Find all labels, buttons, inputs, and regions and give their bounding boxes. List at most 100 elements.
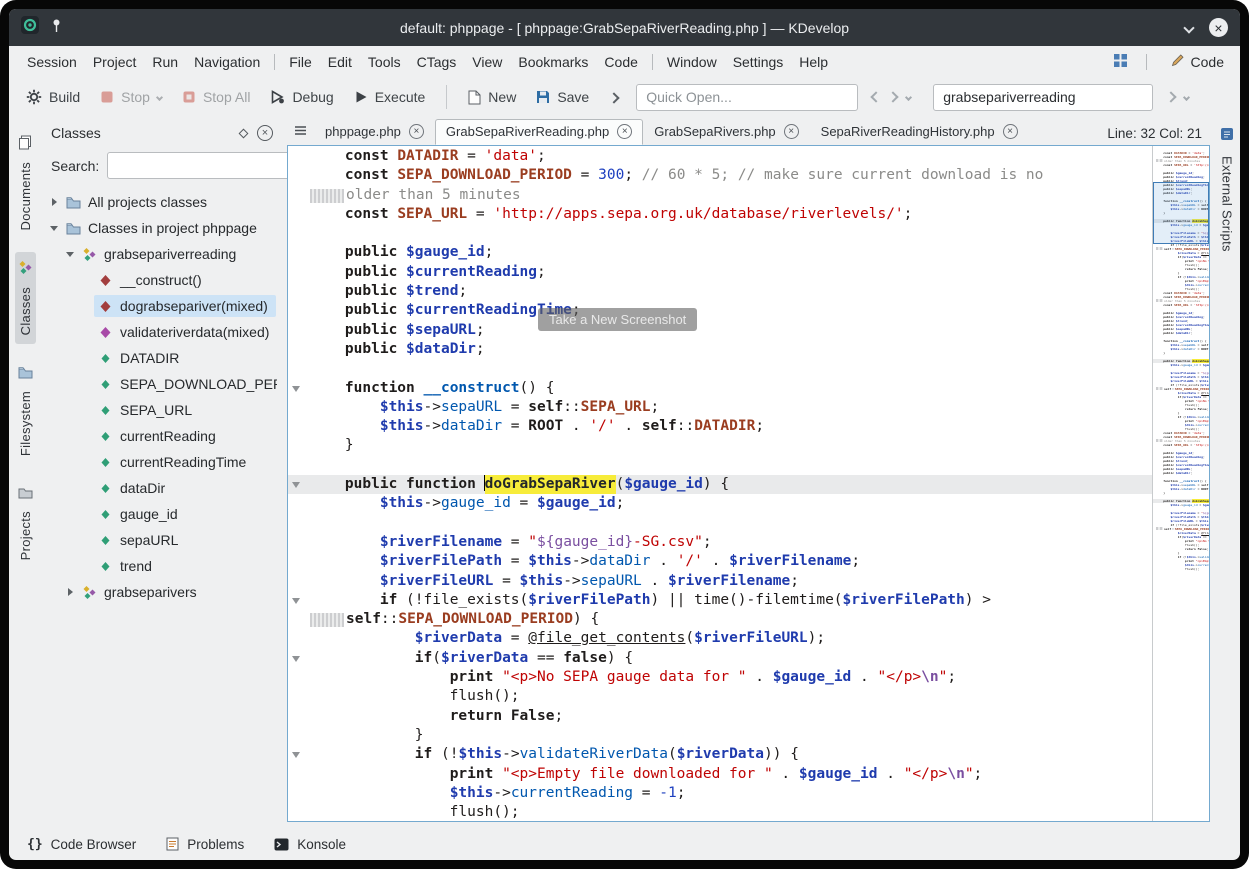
- forward-icon[interactable]: [888, 91, 899, 102]
- menu-code[interactable]: Code: [596, 50, 645, 74]
- shade-window-icon[interactable]: [1183, 22, 1194, 33]
- back-icon[interactable]: [871, 91, 882, 102]
- code-gutter[interactable]: [288, 533, 310, 552]
- code-line[interactable]: self::SEPA_DOWNLOAD_PERIOD) {: [288, 610, 1152, 629]
- toolbar-overflow-button[interactable]: [602, 89, 626, 105]
- code-gutter[interactable]: [288, 282, 310, 301]
- code-gutter[interactable]: [288, 456, 310, 475]
- expander-icon[interactable]: [63, 585, 78, 600]
- tab-close-icon[interactable]: ×: [1003, 124, 1018, 139]
- code-line[interactable]: $riverData = @file_get_contents($riverFi…: [288, 629, 1152, 648]
- stop-all-button[interactable]: Stop All: [173, 83, 259, 111]
- menu-edit[interactable]: Edit: [320, 50, 360, 74]
- code-gutter[interactable]: [288, 243, 310, 262]
- code-gutter[interactable]: [288, 205, 310, 224]
- code-line[interactable]: public $trend;: [288, 282, 1152, 301]
- dock-tab-classes[interactable]: Classes: [15, 252, 36, 343]
- code-gutter[interactable]: [288, 359, 310, 378]
- tree-item[interactable]: All projects classes: [43, 189, 277, 215]
- dock-tab-filesystem[interactable]: Filesystem: [15, 358, 36, 464]
- new-button[interactable]: New: [459, 83, 525, 111]
- menu-navigation[interactable]: Navigation: [186, 50, 268, 74]
- code-line[interactable]: $this->dataDir = ROOT . '/' . self::DATA…: [288, 417, 1152, 436]
- tab-close-icon[interactable]: ×: [409, 124, 424, 139]
- menu-session[interactable]: Session: [19, 50, 85, 74]
- code-line[interactable]: older than 5 minutes: [288, 186, 1152, 205]
- code-line[interactable]: $riverFileURL = $this->sepaURL . $riverF…: [288, 572, 1152, 591]
- code-line[interactable]: [288, 224, 1152, 243]
- expander-icon[interactable]: [63, 247, 78, 262]
- code-gutter[interactable]: [288, 765, 310, 784]
- code-gutter[interactable]: [288, 263, 310, 282]
- code-gutter[interactable]: [288, 687, 310, 706]
- code-line[interactable]: [288, 514, 1152, 533]
- dock-tab-external-scripts[interactable]: External Scripts: [1220, 156, 1235, 252]
- code-gutter[interactable]: [288, 726, 310, 745]
- debug-button[interactable]: Debug: [261, 83, 342, 111]
- code-line[interactable]: print "<p>Empty file downloaded for " . …: [288, 765, 1152, 784]
- code-gutter[interactable]: [288, 610, 310, 629]
- tree-item[interactable]: gauge_id: [43, 501, 277, 527]
- tree-item[interactable]: currentReading: [43, 423, 277, 449]
- menu-window[interactable]: Window: [659, 50, 725, 74]
- execute-button[interactable]: Execute: [345, 83, 435, 111]
- pin-icon[interactable]: [51, 18, 62, 38]
- tab-grabseparivers-php[interactable]: GrabSepaRivers.php×: [643, 119, 809, 145]
- close-window-button[interactable]: ×: [1209, 18, 1228, 37]
- menu-bookmarks[interactable]: Bookmarks: [510, 50, 596, 74]
- tree-item[interactable]: currentReadingTime: [43, 449, 277, 475]
- code-gutter[interactable]: [288, 572, 310, 591]
- code-line[interactable]: $this->sepaURL = self::SEPA_URL;: [288, 398, 1152, 417]
- menu-project[interactable]: Project: [85, 50, 145, 74]
- menu-view[interactable]: View: [464, 50, 510, 74]
- tree-item[interactable]: dograbsepariver(mixed): [43, 293, 277, 319]
- code-gutter[interactable]: [288, 321, 310, 340]
- code-area-button[interactable]: Code: [1165, 50, 1230, 73]
- code-line[interactable]: public $currentReadingTime;: [288, 301, 1152, 320]
- build-button[interactable]: Build: [17, 83, 89, 111]
- code-gutter[interactable]: [288, 379, 310, 398]
- code-line[interactable]: flush();: [288, 687, 1152, 706]
- titlebar[interactable]: default: phppage - [ phppage:GrabSepaRiv…: [9, 9, 1240, 46]
- menu-ctags[interactable]: CTags: [409, 50, 465, 74]
- code-line[interactable]: $this->gauge_id = $gauge_id;: [288, 494, 1152, 513]
- code-gutter[interactable]: [288, 340, 310, 359]
- tree-item[interactable]: grabsepariverreading: [43, 241, 277, 267]
- code-line[interactable]: return False;: [288, 707, 1152, 726]
- minim ap-viewport[interactable]: [1153, 182, 1209, 244]
- search-options-icon[interactable]: [1183, 93, 1190, 100]
- code-line[interactable]: flush();: [288, 803, 1152, 821]
- tree-item[interactable]: Classes in project phppage: [43, 215, 277, 241]
- code-gutter[interactable]: [288, 475, 310, 494]
- tree-item[interactable]: validateriverdata(mixed): [43, 319, 277, 345]
- fold-marker-icon[interactable]: [292, 598, 300, 604]
- tree-item[interactable]: grabseparivers: [43, 579, 277, 605]
- code-gutter[interactable]: [288, 707, 310, 726]
- code-line[interactable]: $this->currentReading = -1;: [288, 784, 1152, 803]
- code-gutter[interactable]: [288, 803, 310, 821]
- code-line[interactable]: const SEPA_DOWNLOAD_PERIOD = 300; // 60 …: [288, 166, 1152, 185]
- tree-item[interactable]: __construct(): [43, 267, 277, 293]
- tree-item[interactable]: trend: [43, 553, 277, 579]
- fold-marker-icon[interactable]: [292, 656, 300, 662]
- fold-marker-icon[interactable]: [292, 386, 300, 392]
- menu-run[interactable]: Run: [144, 50, 186, 74]
- code-gutter[interactable]: [288, 398, 310, 417]
- menu-help[interactable]: Help: [791, 50, 836, 74]
- code-line[interactable]: $riverFilePath = $this->dataDir . '/' . …: [288, 552, 1152, 571]
- tree-item[interactable]: SEPA_URL: [43, 397, 277, 423]
- code-line[interactable]: public $dataDir;: [288, 340, 1152, 359]
- code-gutter[interactable]: [288, 629, 310, 648]
- save-button[interactable]: Save: [527, 83, 598, 111]
- tab-close-icon[interactable]: ×: [617, 124, 632, 139]
- code-gutter[interactable]: [288, 224, 310, 243]
- code-gutter[interactable]: [288, 494, 310, 513]
- code-line[interactable]: public function doGrabSepaRiver($gauge_i…: [288, 475, 1152, 494]
- code-gutter[interactable]: [288, 649, 310, 668]
- quick-open-input[interactable]: [636, 84, 858, 111]
- dock-tab-projects[interactable]: Projects: [15, 478, 36, 568]
- tree-item[interactable]: DATADIR: [43, 345, 277, 371]
- code-line[interactable]: [288, 456, 1152, 475]
- tab-separiverreadinghistory-php[interactable]: SepaRiverReadingHistory.php×: [810, 119, 1029, 145]
- code-line[interactable]: public $sepaURL;: [288, 321, 1152, 340]
